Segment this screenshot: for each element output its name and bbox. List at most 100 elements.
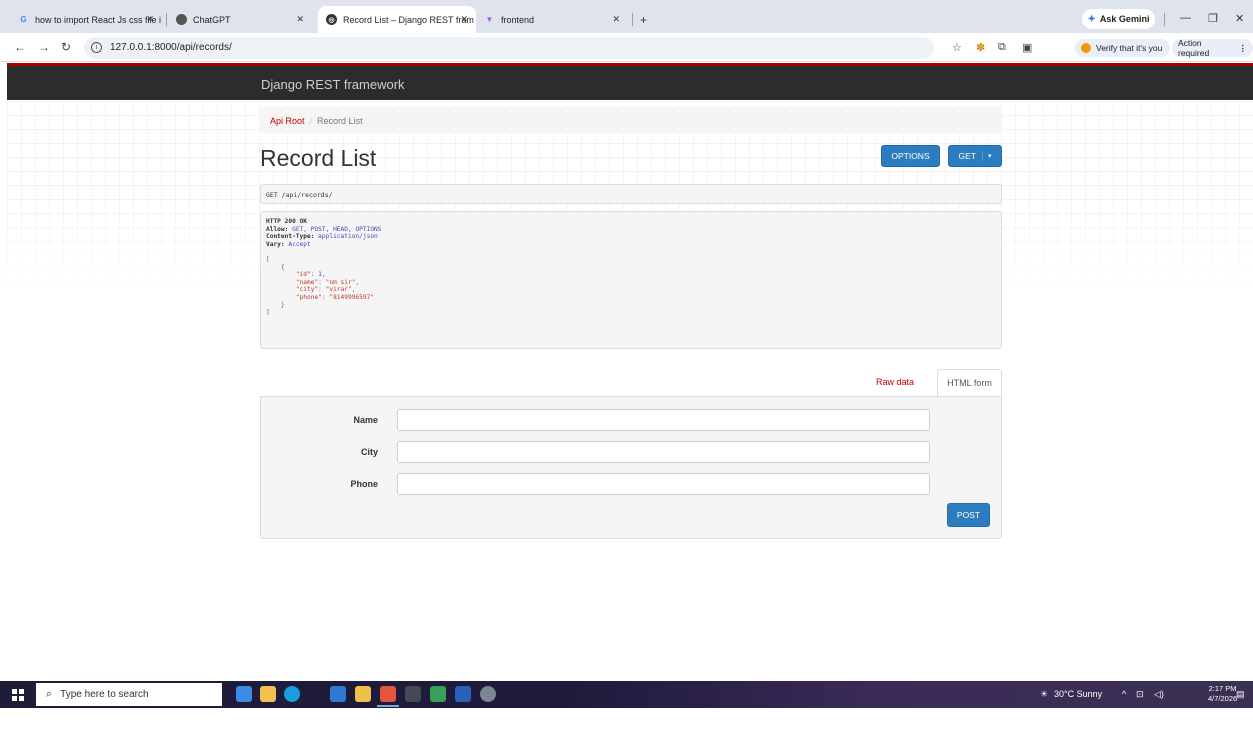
form-row-city: City <box>261 441 1003 463</box>
toolbar-divider <box>1164 13 1165 26</box>
content-type-key: Content-Type: <box>266 233 315 241</box>
globe-icon: ◎ <box>326 14 337 25</box>
reload-icon[interactable]: ↻ <box>61 40 71 54</box>
name-label: Name <box>353 415 378 425</box>
tab-divider <box>166 13 167 26</box>
get-label: GET <box>958 151 976 161</box>
clock-time: 2:17 PM <box>1208 684 1237 693</box>
close-icon[interactable]: ✕ <box>146 14 154 25</box>
browser-tab-record-list[interactable]: ◎ Record List – Django REST fram ✕ <box>318 6 476 33</box>
json-city-value: "virar" <box>325 286 352 294</box>
browser-tab-google[interactable]: G how to import React Js css file i ✕ <box>10 6 162 33</box>
tray-chevron-icon[interactable]: ^ <box>1122 689 1126 699</box>
name-field[interactable] <box>397 409 930 431</box>
taskbar-strip: ⌕ Type here to search ☀ 30°C Sunny ^ ⊡ ◁… <box>0 681 1253 708</box>
site-info-icon[interactable]: i <box>91 42 102 53</box>
edge-icon[interactable] <box>284 686 300 702</box>
paint-icon[interactable] <box>480 686 496 702</box>
ask-gemini-button[interactable]: ✦ Ask Gemini <box>1082 9 1155 29</box>
tab-html-form-label: HTML form <box>947 378 992 388</box>
tab-title: frontend <box>501 14 535 25</box>
word-icon[interactable] <box>455 686 471 702</box>
new-tab-icon[interactable]: + <box>640 13 647 27</box>
browser-tab-strip: G how to import React Js css file i ✕ Ch… <box>0 0 1253 33</box>
page-title: Record List <box>260 145 377 171</box>
options-label: OPTIONS <box>891 151 930 161</box>
tab-html-form[interactable]: HTML form <box>937 369 1002 397</box>
breadcrumb-current: Record List <box>317 116 363 126</box>
drf-brand-link[interactable]: Django REST framework <box>261 77 405 92</box>
weather-icon[interactable]: ☀ <box>1040 689 1048 700</box>
back-icon[interactable]: ← <box>14 40 26 54</box>
allow-header-key: Allow: <box>266 225 289 233</box>
caret-down-icon[interactable]: ▾ <box>981 152 992 160</box>
browser-tab-chatgpt[interactable]: ChatGPT ✕ <box>168 6 312 33</box>
breadcrumb-api-root[interactable]: Api Root <box>270 116 305 126</box>
extension-icon[interactable]: ✽ <box>976 41 985 54</box>
form-row-name: Name <box>261 409 1003 431</box>
address-bar-row: ← → ↻ i 127.0.0.1:8000/api/records/ ☆ ✽ … <box>0 33 1253 62</box>
verify-label: Verify that it's you <box>1096 43 1163 53</box>
taskbar-clock[interactable]: 2:17 PM 4/7/2026 <box>1208 684 1237 704</box>
network-icon[interactable]: ⊡ <box>1136 689 1144 700</box>
options-button[interactable]: OPTIONS <box>881 145 940 167</box>
close-icon[interactable]: ✕ <box>612 14 620 25</box>
tab-title: Record List – Django REST fram <box>343 14 474 25</box>
weather-text[interactable]: 30°C Sunny <box>1054 689 1102 699</box>
copilot-app-icon[interactable] <box>236 686 252 702</box>
google-icon: G <box>20 15 27 24</box>
close-icon[interactable]: ✕ <box>296 14 304 25</box>
terminal-icon[interactable] <box>405 686 421 702</box>
profile-avatar-icon <box>1081 43 1091 53</box>
phone-field[interactable] <box>397 473 930 495</box>
menu-kebab-icon: ⋮ <box>1238 42 1248 53</box>
get-button[interactable]: GET ▾ <box>948 145 1002 167</box>
city-label: City <box>360 447 378 457</box>
allow-header-value: GET, POST, HEAD, OPTIONS <box>292 225 382 233</box>
volume-icon[interactable]: ◁) <box>1154 689 1164 700</box>
post-label: POST <box>956 510 981 520</box>
tab-raw-data[interactable]: Raw data <box>876 377 914 387</box>
vite-icon: ▼ <box>485 15 494 24</box>
extensions-puzzle-icon[interactable]: ⧉ <box>998 41 1006 54</box>
browser-tab-frontend[interactable]: ▼ frontend ✕ <box>476 6 628 33</box>
chrome-icon[interactable] <box>377 686 399 707</box>
notification-icon[interactable]: ▤ <box>1236 689 1245 700</box>
form-tabs: Raw data HTML form <box>260 369 1002 397</box>
ask-gemini-label: Ask Gemini <box>1099 14 1150 24</box>
response-info: HTTP 200 OK Allow: GET, POST, HEAD, OPTI… <box>260 211 1002 349</box>
page-viewport: Django REST framework Api Root / Record Li… <box>7 63 1253 681</box>
action-required-button[interactable]: Action required ⋮ <box>1172 38 1253 58</box>
sticky-app-icon[interactable] <box>355 686 371 702</box>
vscode-icon[interactable] <box>330 686 346 702</box>
file-explorer-icon[interactable] <box>260 686 276 702</box>
url-text[interactable]: 127.0.0.1:8000/api/records/ <box>110 42 232 53</box>
chatgpt-icon <box>176 14 187 25</box>
bookmark-star-icon[interactable]: ☆ <box>952 41 962 54</box>
forward-icon[interactable]: → <box>38 40 50 54</box>
form-row-phone: Phone <box>261 473 1003 495</box>
response-status: HTTP 200 OK <box>266 218 307 225</box>
breadcrumb-separator: / <box>309 116 313 126</box>
content-type-value: application/json <box>318 233 378 241</box>
drf-navbar: Django REST framework <box>7 63 1253 100</box>
window-close-icon[interactable]: ✕ <box>1235 12 1244 25</box>
vary-key: Vary: <box>266 240 285 248</box>
windows-taskbar: ⌕ Type here to search ☀ 30°C Sunny ^ ⊡ ◁… <box>0 681 1253 732</box>
restore-icon[interactable]: ❐ <box>1208 12 1218 25</box>
json-name-value: "om sir" <box>325 278 356 286</box>
city-field[interactable] <box>397 441 930 463</box>
taskbar-search-box[interactable]: ⌕ Type here to search <box>36 683 222 706</box>
minimize-icon[interactable]: — <box>1180 12 1191 24</box>
close-icon[interactable]: ✕ <box>460 14 468 25</box>
side-panel-icon[interactable]: ▣ <box>1022 41 1032 54</box>
post-button[interactable]: POST <box>947 503 990 527</box>
request-line: GET /api/records/ <box>266 191 333 199</box>
phone-label: Phone <box>350 479 378 489</box>
vary-value: Accept <box>288 240 311 248</box>
windows-start-icon[interactable] <box>12 689 24 701</box>
clock-date: 4/7/2026 <box>1208 694 1238 703</box>
notepad-icon[interactable] <box>430 686 446 702</box>
search-placeholder: Type here to search <box>60 689 149 700</box>
verify-button[interactable]: Verify that it's you <box>1075 39 1171 57</box>
